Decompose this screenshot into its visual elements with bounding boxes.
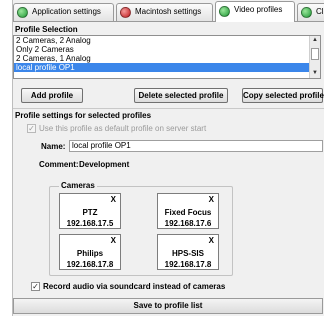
camera-ip: 192.168.17.5 bbox=[66, 219, 114, 228]
profile-list-scrollbar[interactable]: ▲ ▼ bbox=[309, 36, 320, 78]
section-divider bbox=[13, 108, 324, 109]
record-audio-checkbox[interactable]: ✓ bbox=[31, 282, 40, 291]
scroll-down-arrow-icon[interactable]: ▼ bbox=[310, 69, 320, 78]
tab-label: Macintosh settings bbox=[135, 7, 202, 16]
scroll-thumb[interactable] bbox=[311, 48, 319, 60]
add-profile-button[interactable]: Add profile bbox=[21, 88, 83, 103]
list-item[interactable]: 2 Cameras, 2 Analog bbox=[14, 36, 320, 45]
tab-label: Video profiles bbox=[234, 5, 283, 14]
profile-settings-title: Profile settings for selected profiles bbox=[15, 111, 152, 120]
camera-name: PTZ bbox=[82, 208, 98, 217]
delete-profile-button[interactable]: Delete selected profile bbox=[134, 88, 228, 103]
camera-name: Philips bbox=[76, 249, 104, 258]
camera-tile-ptz[interactable]: X PTZ 192.168.17.5 bbox=[59, 193, 121, 229]
name-field[interactable]: local profile OP1 bbox=[69, 140, 323, 152]
cameras-group-title: Cameras bbox=[59, 181, 97, 190]
remove-camera-icon[interactable]: X bbox=[209, 195, 214, 204]
remove-camera-icon[interactable]: X bbox=[209, 236, 214, 245]
save-to-profile-list-button[interactable]: Save to profile list bbox=[13, 298, 323, 314]
comment-value[interactable]: Development bbox=[79, 160, 129, 169]
green-status-icon bbox=[17, 7, 28, 18]
tab-macintosh-settings[interactable]: Macintosh settings bbox=[116, 3, 213, 21]
camera-tile-fixed-focus[interactable]: X Fixed Focus 192.168.17.6 bbox=[157, 193, 219, 229]
name-label: Name: bbox=[41, 142, 66, 151]
camera-ip: 192.168.17.8 bbox=[66, 260, 114, 269]
profile-list[interactable]: 2 Cameras, 2 Analog Only 2 Cameras 2 Cam… bbox=[13, 35, 321, 79]
camera-ip: 192.168.17.6 bbox=[164, 219, 212, 228]
remove-camera-icon[interactable]: X bbox=[111, 195, 116, 204]
green-status-icon bbox=[301, 7, 312, 18]
camera-tile-hps-sis[interactable]: X HPS-SIS 192.168.17.8 bbox=[157, 234, 219, 270]
remove-camera-icon[interactable]: X bbox=[111, 236, 116, 245]
default-profile-label: Use this profile as default profile on s… bbox=[39, 124, 207, 133]
tab-application-settings[interactable]: Application settings bbox=[13, 3, 114, 21]
tab-video-profiles[interactable]: Video profiles bbox=[215, 1, 295, 22]
default-profile-checkbox[interactable]: ✓ bbox=[27, 124, 36, 133]
record-audio-label: Record audio via soundcard instead of ca… bbox=[43, 282, 226, 291]
tab-label: Client bbox=[316, 7, 324, 16]
tab-strip: Application settings Macintosh settings … bbox=[13, 0, 324, 24]
red-status-icon bbox=[120, 7, 131, 18]
scroll-up-arrow-icon[interactable]: ▲ bbox=[310, 36, 320, 45]
comment-label: Comment: bbox=[39, 160, 79, 169]
list-item[interactable]: Only 2 Cameras bbox=[14, 45, 320, 54]
camera-name: Fixed Focus bbox=[164, 208, 212, 217]
camera-name: HPS-SIS bbox=[171, 249, 204, 258]
list-item[interactable]: 2 Cameras, 1 Analog bbox=[14, 54, 320, 63]
copy-profile-button[interactable]: Copy selected profile bbox=[242, 88, 324, 103]
tab-client[interactable]: Client bbox=[297, 3, 324, 21]
camera-ip: 192.168.17.8 bbox=[164, 260, 212, 269]
camera-tile-philips[interactable]: X Philips 192.168.17.8 bbox=[59, 234, 121, 270]
profile-selection-title: Profile Selection bbox=[15, 25, 78, 34]
green-status-icon bbox=[219, 6, 230, 17]
settings-window: Application settings Macintosh settings … bbox=[12, 0, 324, 316]
tab-label: Application settings bbox=[32, 7, 101, 16]
list-item-selected[interactable]: local profile OP1 bbox=[14, 63, 309, 72]
